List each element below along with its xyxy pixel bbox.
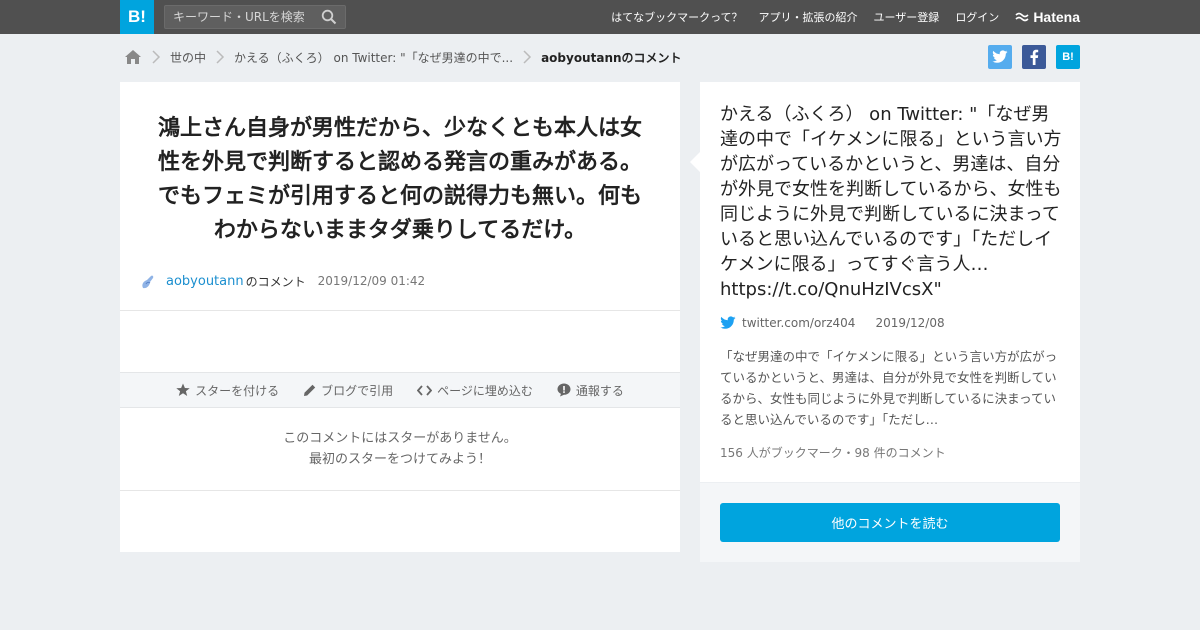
no-star-line-2: 最初のスターをつけてみよう！ — [308, 452, 491, 467]
comment-card: 鴻上さん自身が男性だから、少なくとも本人は女性を外見で判断すると認める発言の重み… — [120, 82, 680, 552]
chevron-right-icon — [523, 50, 532, 64]
chevron-right-icon — [152, 50, 161, 64]
comment-actions: スターを付ける ブログで引用 ページに埋め込む 通報する — [120, 372, 680, 408]
pencil-icon — [304, 384, 316, 396]
facebook-icon — [1030, 49, 1039, 65]
entry-card: かえる（ふくろ） on Twitter: "「なぜ男達の中で「イケメンに限る」と… — [690, 82, 1080, 482]
nav-apps[interactable]: アプリ・拡張の紹介 — [759, 9, 858, 25]
entry-counts[interactable]: 156 人がブックマーク・98 件のコメント — [720, 444, 946, 461]
search-input[interactable] — [165, 6, 315, 28]
divider — [120, 490, 680, 491]
breadcrumb-entry[interactable]: かえる（ふくろ） on Twitter: "「なぜ男達の中で... — [234, 49, 513, 66]
hatena-bookmark-logo[interactable]: B! — [120, 0, 154, 34]
hatena-brand[interactable]: Hatena — [1015, 9, 1080, 25]
entry-source-domain[interactable]: twitter.com/orz404 — [742, 316, 855, 330]
share-buttons: B! — [978, 45, 1080, 69]
avatar[interactable] — [140, 272, 156, 290]
blog-quote-label: ブログで引用 — [321, 383, 394, 398]
top-nav: はてなブックマークって？ アプリ・拡張の紹介 ユーザー登録 ログイン Haten… — [595, 0, 1080, 34]
search-box[interactable] — [164, 5, 346, 29]
embed-label: ページに埋め込む — [437, 383, 533, 398]
code-icon — [417, 384, 433, 396]
no-star-message: このコメントにはスターがありません。 最初のスターをつけてみよう！ — [120, 428, 680, 470]
nav-login[interactable]: ログイン — [955, 9, 999, 25]
entry-title[interactable]: かえる（ふくろ） on Twitter: "「なぜ男達の中で「イケメンに限る」と… — [720, 102, 1065, 302]
blog-quote-button[interactable]: ブログで引用 — [303, 382, 393, 399]
comment-date[interactable]: 2019/12/09 01:42 — [318, 274, 426, 288]
twitter-icon — [992, 50, 1008, 63]
breadcrumb-category[interactable]: 世の中 — [170, 49, 206, 66]
comment-username[interactable]: aobyoutann — [166, 274, 244, 289]
report-label: 通報する — [575, 383, 624, 398]
nav-about[interactable]: はてなブックマークって？ — [611, 9, 742, 25]
embed-button[interactable]: ページに埋め込む — [417, 382, 533, 399]
divider — [120, 310, 680, 311]
home-icon[interactable] — [124, 49, 142, 65]
hatena-brand-label: Hatena — [1033, 9, 1080, 25]
star-icon — [176, 383, 190, 396]
entry-date: 2019/12/08 — [875, 316, 945, 330]
comment-meta: aobyoutann のコメント 2019/12/09 01:42 — [140, 270, 425, 292]
facebook-share-button[interactable] — [1022, 45, 1046, 69]
breadcrumb: 世の中 かえる（ふくろ） on Twitter: "「なぜ男達の中で... ao… — [124, 46, 682, 68]
comment-suffix: のコメント — [245, 274, 306, 289]
entry-source: twitter.com/orz404 2019/12/08 — [720, 316, 945, 330]
comment-text: 鴻上さん自身が男性だから、少なくとも本人は女性を外見で判断すると認める発言の重み… — [157, 116, 642, 243]
chevron-right-icon — [216, 50, 225, 64]
entry-excerpt: 「なぜ男達の中で「イケメンに限る」という言い方が広がっているかというと、男達は、… — [720, 349, 1058, 427]
alert-icon — [557, 383, 571, 397]
report-button[interactable]: 通報する — [557, 382, 624, 399]
read-other-comments-button[interactable]: 他のコメントを読む — [720, 503, 1060, 542]
card-pointer — [690, 152, 700, 172]
nav-register[interactable]: ユーザー登録 — [874, 9, 940, 25]
hatena-wave-icon — [1015, 12, 1029, 22]
entry-card-footer: 他のコメントを読む — [700, 483, 1080, 562]
search-icon[interactable] — [321, 9, 337, 25]
no-star-line-1: このコメントにはスターがありません。 — [283, 431, 517, 446]
add-star-button[interactable]: スターを付ける — [176, 382, 279, 399]
twitter-share-button[interactable] — [988, 45, 1012, 69]
top-header: B! はてなブックマークって？ アプリ・拡張の紹介 ユーザー登録 ログイン Ha… — [0, 0, 1200, 34]
hatena-share-button[interactable]: B! — [1056, 45, 1080, 69]
breadcrumb-current: aobyoutannのコメント — [541, 50, 682, 65]
add-star-label: スターを付ける — [195, 383, 280, 398]
twitter-bird-icon — [720, 316, 736, 329]
